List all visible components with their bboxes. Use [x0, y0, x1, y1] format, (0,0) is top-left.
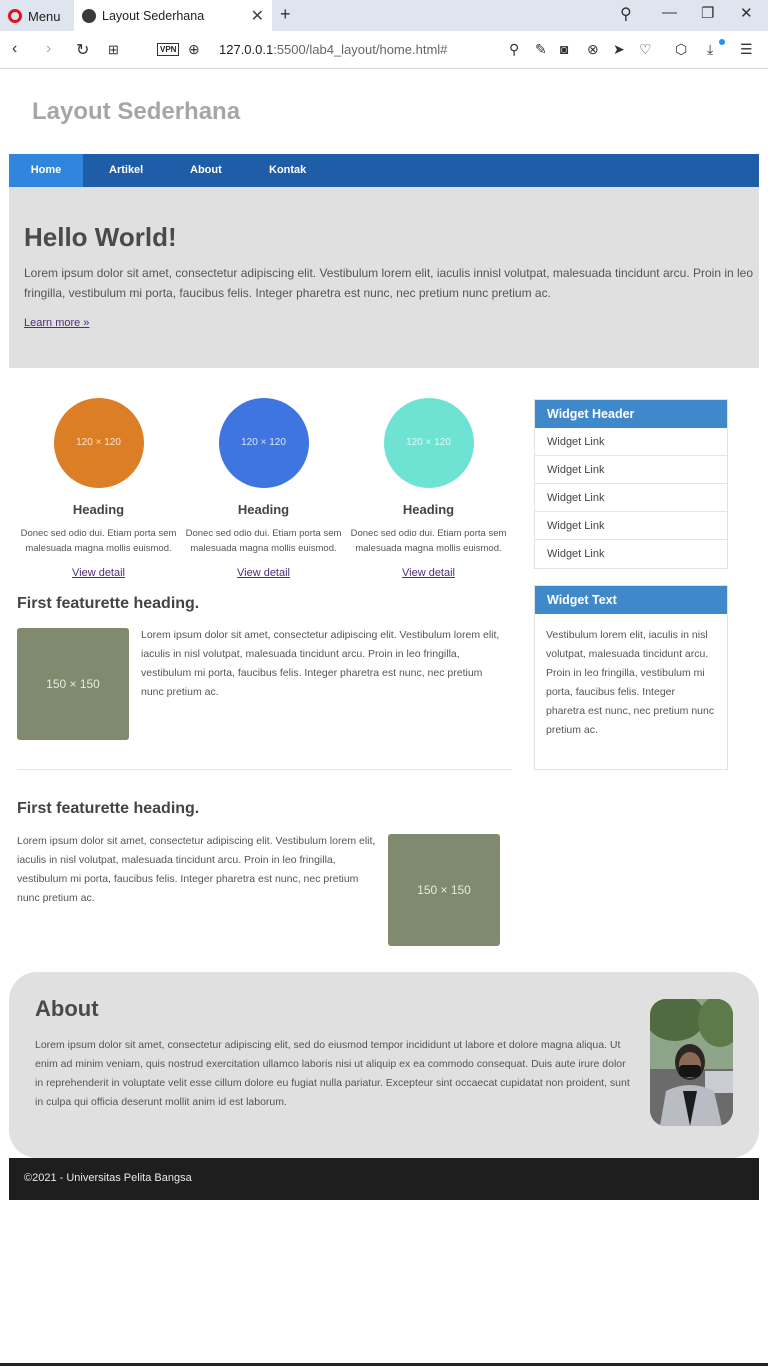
- tab-layout-sederhana[interactable]: Layout Sederhana ✕: [74, 0, 272, 31]
- widget-link[interactable]: Widget Link: [535, 428, 727, 456]
- widget-link[interactable]: Widget Link: [535, 512, 727, 540]
- widget-links: Widget Header Widget Link Widget Link Wi…: [534, 399, 728, 569]
- site-header: Layout Sederhana: [9, 69, 759, 154]
- card-text: Donec sed odio dui. Etiam porta sem male…: [350, 528, 507, 554]
- download-icon[interactable]: ⤓: [707, 41, 713, 58]
- view-detail-link[interactable]: View detail: [72, 567, 125, 579]
- widget-text: Widget Text Vestibulum lorem elit, iacul…: [534, 585, 728, 770]
- download-badge: [719, 39, 725, 45]
- card-2: 120 × 120 Heading Donec sed odio dui. Et…: [181, 398, 346, 581]
- card-1: 120 × 120 Heading Donec sed odio dui. Et…: [16, 398, 181, 581]
- close-window-icon[interactable]: ✕: [740, 4, 753, 22]
- main-nav: Home Artikel About Kontak: [9, 154, 759, 187]
- card-heading: Heading: [402, 502, 455, 517]
- view-detail-link[interactable]: View detail: [237, 567, 290, 579]
- opera-logo-icon: [8, 9, 22, 23]
- circle-placeholder: 120 × 120: [383, 398, 474, 488]
- edit-icon[interactable]: ✎: [535, 41, 547, 58]
- card-text: Donec sed odio dui. Etiam porta sem male…: [185, 528, 342, 554]
- tab-title: Layout Sederhana: [102, 8, 205, 23]
- about-title: About: [35, 996, 99, 1021]
- footer-text: ©2021 - Universitas Pelita Bangsa: [24, 1172, 192, 1184]
- profile-photo: [650, 999, 733, 1126]
- hero-section: Hello World! Lorem ipsum dolor sit amet,…: [9, 187, 759, 368]
- widget-header: Widget Header: [535, 400, 727, 428]
- about-section: About Lorem ipsum dolor sit amet, consec…: [9, 972, 759, 1158]
- browser-tab-bar: Menu Layout Sederhana ✕ + ⚲ — ❐ ✕: [0, 0, 768, 31]
- widget-link[interactable]: Widget Link: [535, 540, 727, 568]
- block-icon[interactable]: ⊗: [587, 41, 599, 58]
- divider: [17, 769, 512, 770]
- hero-title: Hello World!: [24, 222, 177, 252]
- featurette-heading-2: First featurette heading.: [17, 800, 200, 817]
- url-field[interactable]: 127.0.0.1:5500/lab4_layout/home.html#: [219, 42, 447, 57]
- circle-placeholder: 120 × 120: [53, 398, 144, 488]
- widget-link[interactable]: Widget Link: [535, 484, 727, 512]
- menu-label: Menu: [28, 8, 61, 24]
- close-tab-icon[interactable]: ✕: [251, 6, 264, 26]
- nav-home[interactable]: Home: [9, 154, 83, 187]
- url-host: 127.0.0.1: [219, 42, 274, 57]
- site-info-icon[interactable]: ⊕: [188, 41, 200, 58]
- globe-icon: [82, 8, 96, 23]
- vpn-badge[interactable]: VPN: [157, 43, 180, 56]
- nav-kontak[interactable]: Kontak: [269, 154, 306, 187]
- about-text: Lorem ipsum dolor sit amet, consectetur …: [35, 1039, 630, 1108]
- restore-icon[interactable]: ❐: [701, 4, 714, 22]
- featurette-text-2: Lorem ipsum dolor sit amet, consectetur …: [17, 835, 376, 904]
- back-icon[interactable]: ‹: [12, 40, 17, 58]
- site-title: Layout Sederhana: [32, 98, 241, 125]
- featurette-image-1: 150 × 150: [17, 628, 129, 740]
- circle-placeholder: 120 × 120: [218, 398, 309, 488]
- card-heading: Heading: [72, 502, 125, 517]
- extensions-icon[interactable]: ⬡: [675, 41, 687, 58]
- snapshot-icon[interactable]: ◙: [560, 41, 568, 57]
- nav-about[interactable]: About: [190, 154, 222, 187]
- widget-text-header: Widget Text: [535, 586, 727, 614]
- nav-artikel[interactable]: Artikel: [109, 154, 143, 187]
- settings-icon[interactable]: ☰: [740, 41, 753, 58]
- hero-text: Lorem ipsum dolor sit amet, consectetur …: [24, 266, 754, 300]
- learn-more-link[interactable]: Learn more »: [24, 317, 89, 329]
- tabs-grid-icon[interactable]: ⊞: [108, 42, 119, 58]
- featurette-image-2: 150 × 150: [388, 834, 500, 946]
- profile-photo-image: [650, 999, 733, 1126]
- reload-icon[interactable]: ↻: [76, 40, 89, 60]
- card-3: 120 × 120 Heading Donec sed odio dui. Et…: [346, 398, 511, 581]
- featurette-text-1: Lorem ipsum dolor sit amet, consectetur …: [141, 629, 500, 698]
- search-tabs-icon[interactable]: ⚲: [620, 4, 632, 24]
- address-bar: ‹ › ↻ ⊞ VPN ⊕ 127.0.0.1:5500/lab4_layout…: [0, 31, 768, 69]
- zoom-icon[interactable]: ⚲: [509, 41, 519, 58]
- new-tab-icon[interactable]: +: [280, 4, 291, 25]
- heart-icon[interactable]: ♡: [639, 41, 652, 58]
- widget-link[interactable]: Widget Link: [535, 456, 727, 484]
- page-container: Layout Sederhana Home Artikel About Kont…: [9, 69, 759, 1200]
- send-icon[interactable]: ➤: [613, 41, 625, 58]
- site-footer: ©2021 - Universitas Pelita Bangsa: [9, 1158, 759, 1200]
- url-path: :5500/lab4_layout/home.html#: [273, 42, 448, 57]
- minimize-icon[interactable]: —: [662, 4, 677, 21]
- featurette-heading-1: First featurette heading.: [17, 595, 200, 612]
- opera-menu-button[interactable]: Menu: [8, 6, 61, 26]
- card-text: Donec sed odio dui. Etiam porta sem male…: [20, 528, 177, 554]
- card-heading: Heading: [237, 502, 290, 517]
- view-detail-link[interactable]: View detail: [402, 567, 455, 579]
- forward-icon[interactable]: ›: [46, 40, 51, 58]
- widget-text-body: Vestibulum lorem elit, iaculis in nisl v…: [546, 629, 715, 736]
